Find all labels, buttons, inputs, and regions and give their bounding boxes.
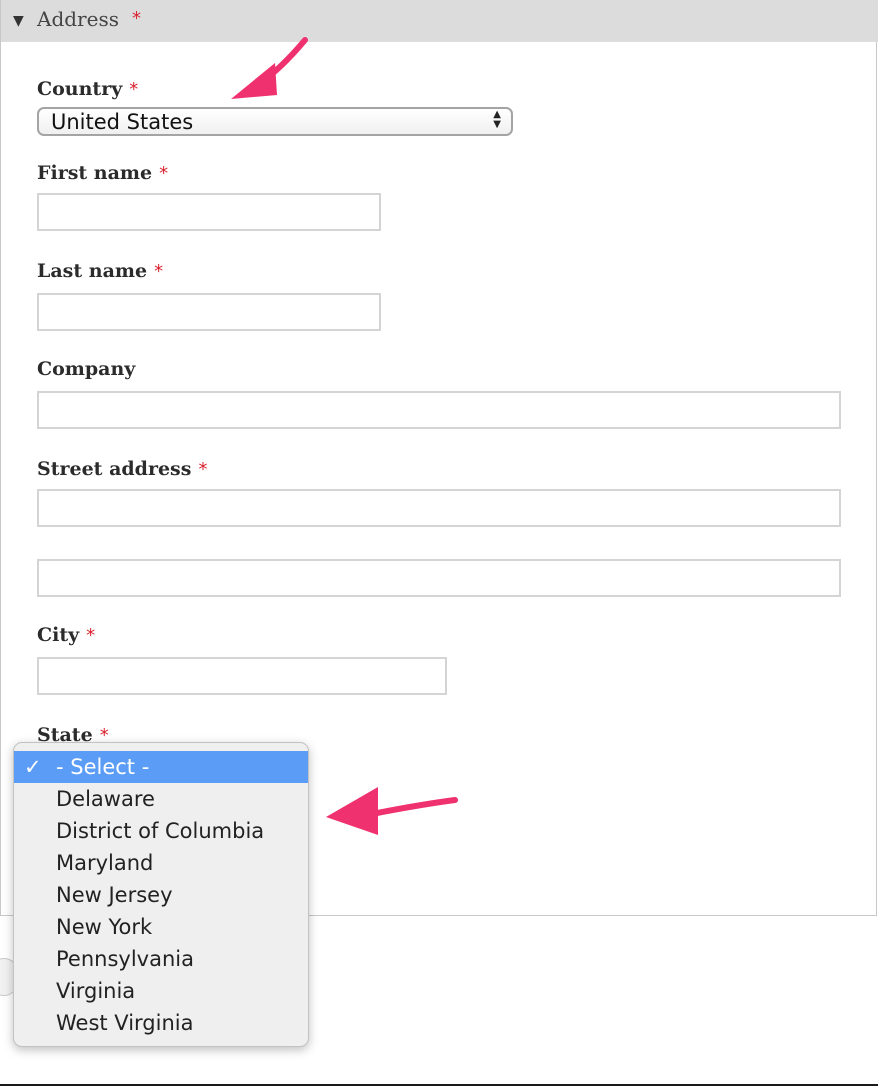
street-address-label: Street address * bbox=[37, 458, 207, 480]
state-option-label: West Virginia bbox=[56, 1011, 194, 1035]
country-label: Country * bbox=[37, 78, 138, 100]
legend-title: Address bbox=[37, 7, 119, 31]
state-option[interactable]: Maryland bbox=[14, 847, 308, 879]
first-name-label-text: First name bbox=[37, 162, 153, 184]
last-name-input[interactable] bbox=[37, 293, 381, 331]
required-marker: * bbox=[129, 79, 139, 100]
required-marker: * bbox=[86, 625, 96, 646]
checkmark-icon: ✓ bbox=[24, 755, 42, 779]
pink-arrow-icon bbox=[326, 787, 458, 835]
country-label-text: Country bbox=[37, 78, 123, 100]
company-input[interactable] bbox=[37, 391, 841, 429]
company-label-text: Company bbox=[37, 358, 136, 380]
street-address-line2-input[interactable] bbox=[37, 559, 841, 597]
state-option-label: Delaware bbox=[56, 787, 155, 811]
updown-arrows-icon: ▲ ▼ bbox=[493, 109, 501, 130]
street-address-label-text: Street address bbox=[37, 458, 192, 480]
state-option-label: - Select - bbox=[56, 755, 150, 779]
state-option-label: New York bbox=[56, 915, 153, 939]
last-name-label-text: Last name bbox=[37, 260, 148, 282]
required-marker: * bbox=[154, 261, 164, 282]
fieldset-legend[interactable]: ▼ Address * bbox=[1, 0, 878, 42]
street-address-line1-input[interactable] bbox=[37, 489, 841, 527]
triangle-down-icon[interactable]: ▼ bbox=[13, 13, 24, 29]
city-label: City * bbox=[37, 624, 95, 646]
state-option[interactable]: ✓ - Select - bbox=[14, 751, 308, 783]
required-marker: * bbox=[198, 459, 208, 480]
state-option[interactable]: New Jersey bbox=[14, 879, 308, 911]
state-option[interactable]: Virginia bbox=[14, 975, 308, 1007]
required-marker: * bbox=[132, 8, 141, 29]
required-marker: * bbox=[159, 163, 169, 184]
first-name-label: First name * bbox=[37, 162, 168, 184]
country-select-value: United States bbox=[51, 110, 194, 134]
bottom-divider bbox=[0, 1084, 878, 1086]
country-select[interactable]: United States ▲ ▼ bbox=[37, 107, 513, 136]
state-option[interactable]: Pennsylvania bbox=[14, 943, 308, 975]
state-option-label: New Jersey bbox=[56, 883, 173, 907]
city-label-text: City bbox=[37, 624, 80, 646]
state-option[interactable]: West Virginia bbox=[14, 1007, 308, 1039]
state-option-label: District of Columbia bbox=[56, 819, 265, 843]
pink-arrow-icon bbox=[231, 37, 308, 99]
company-label: Company bbox=[37, 358, 135, 380]
state-option[interactable]: Delaware bbox=[14, 783, 308, 815]
state-option-label: Maryland bbox=[56, 851, 154, 875]
first-name-input[interactable] bbox=[37, 193, 381, 231]
state-option-label: Virginia bbox=[56, 979, 136, 1003]
city-input[interactable] bbox=[37, 657, 447, 695]
state-option[interactable]: District of Columbia bbox=[14, 815, 308, 847]
state-option[interactable]: New York bbox=[14, 911, 308, 943]
last-name-label: Last name * bbox=[37, 260, 163, 282]
state-dropdown-menu[interactable]: ✓ - Select - Delaware District of Columb… bbox=[13, 742, 309, 1047]
state-option-label: Pennsylvania bbox=[56, 947, 194, 971]
